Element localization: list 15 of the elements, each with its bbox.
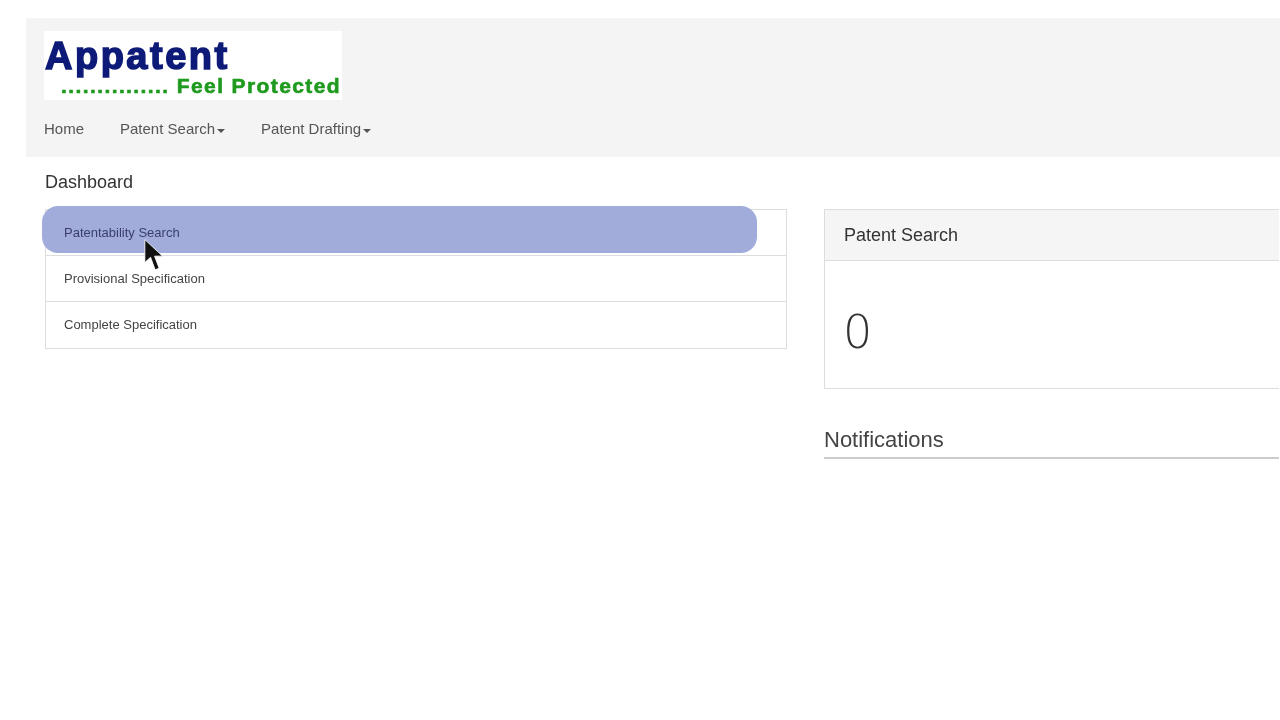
list-item[interactable]: Complete Specification — [46, 302, 786, 348]
panel-title: Patent Search — [844, 223, 959, 247]
nav-link[interactable]: Home — [44, 119, 84, 139]
logo[interactable]: Appatent ............... Feel Protected — [44, 31, 342, 100]
count-value: 0 — [843, 306, 873, 357]
list-item[interactable]: Provisional Specification — [46, 256, 786, 302]
mouse-pointer-icon — [144, 239, 164, 271]
nav-link[interactable]: Patent Search — [120, 119, 226, 139]
list-item-label: Patentability Search — [64, 223, 180, 242]
page-title: Dashboard — [45, 171, 134, 193]
nav-link[interactable]: Patent Drafting — [261, 119, 372, 139]
list-item-label: Provisional Specification — [64, 269, 205, 288]
list-item-label: Complete Specification — [64, 316, 197, 335]
list-item[interactable]: Patentability Search — [46, 210, 786, 256]
notifications-title: Notifications — [824, 427, 944, 452]
